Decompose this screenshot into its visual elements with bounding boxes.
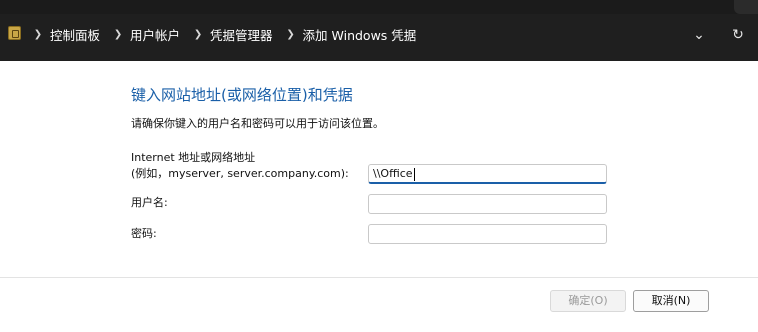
chevron-down-icon[interactable]: ⌄: [690, 26, 708, 44]
refresh-icon[interactable]: ↻: [729, 26, 747, 44]
page-title: 键入网站地址(或网络位置)和凭据: [131, 86, 353, 104]
page-description: 请确保你键入的用户名和密码可以用于访问该位置。: [131, 117, 384, 130]
password-label: 密码:: [131, 227, 157, 240]
breadcrumb: ❯ 控制面板 ❯ 用户帐户 ❯ 凭据管理器 ❯ 添加 Windows 凭据: [30, 25, 426, 43]
control-panel-icon: [8, 26, 21, 40]
window-corner: [734, 0, 758, 14]
username-input[interactable]: [368, 194, 607, 214]
breadcrumb-item-add-windows-credential[interactable]: 添加 Windows 凭据: [303, 25, 417, 44]
breadcrumb-item-credential-manager[interactable]: 凭据管理器: [210, 25, 273, 44]
address-input[interactable]: \\Office: [368, 164, 607, 184]
ok-button[interactable]: 确定(O): [550, 290, 626, 312]
address-label: Internet 地址或网络地址 (例如，myserver, server.co…: [131, 150, 349, 182]
chevron-right-icon[interactable]: ❯: [190, 29, 206, 40]
address-input-value: \\Office: [373, 167, 413, 180]
text-caret: [413, 167, 415, 181]
address-label-line1: Internet 地址或网络地址: [131, 151, 256, 164]
cancel-button[interactable]: 取消(N): [633, 290, 709, 312]
address-label-line2: (例如，myserver, server.company.com):: [131, 167, 349, 180]
footer-divider: [0, 277, 758, 278]
chevron-right-icon[interactable]: ❯: [30, 29, 46, 40]
chevron-right-icon[interactable]: ❯: [283, 29, 299, 40]
password-input[interactable]: [368, 224, 607, 244]
chevron-right-icon[interactable]: ❯: [110, 29, 126, 40]
username-label: 用户名:: [131, 196, 168, 209]
window-top-strip: [0, 0, 758, 14]
breadcrumb-item-control-panel[interactable]: 控制面板: [50, 25, 100, 44]
breadcrumb-item-user-accounts[interactable]: 用户帐户: [130, 25, 180, 44]
address-bar: ❯ 控制面板 ❯ 用户帐户 ❯ 凭据管理器 ❯ 添加 Windows 凭据 ⌄ …: [0, 14, 758, 61]
